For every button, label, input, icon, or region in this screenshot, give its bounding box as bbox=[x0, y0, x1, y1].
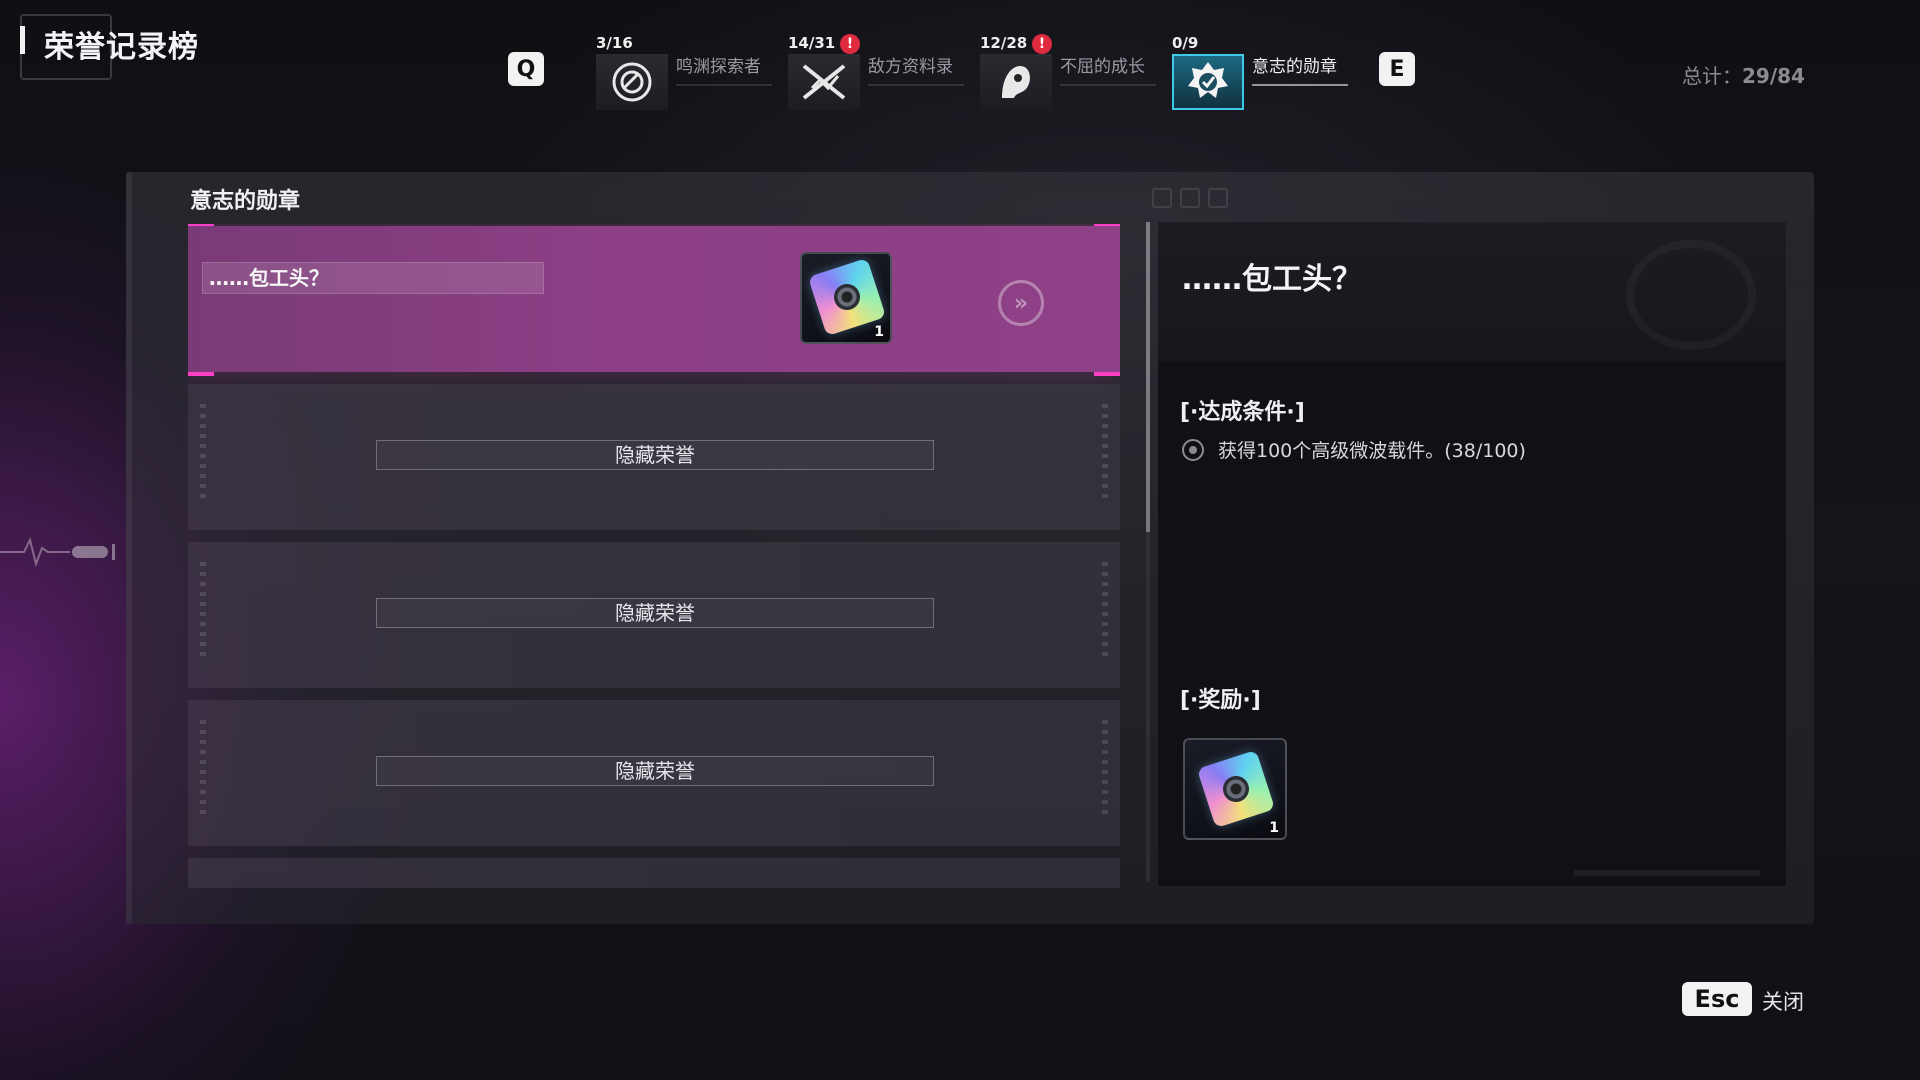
reward-quantity: 1 bbox=[874, 324, 884, 340]
tab-underline bbox=[1060, 84, 1156, 86]
detail-title: ……包工头？ bbox=[1182, 262, 1362, 297]
title-accent-bar bbox=[20, 26, 25, 54]
close-label[interactable]: 关闭 bbox=[1762, 986, 1804, 1016]
tab-label: 鸣渊探索者 bbox=[676, 57, 761, 77]
will-medal-icon bbox=[1172, 54, 1244, 110]
close-key[interactable]: Esc bbox=[1682, 982, 1752, 1016]
selection-corner bbox=[188, 346, 214, 376]
selection-corner bbox=[1094, 346, 1120, 376]
hidden-honor-label: 隐藏荣誉 bbox=[376, 756, 934, 786]
condition-text: 获得100个高级微波载件。(38/100) bbox=[1218, 440, 1526, 462]
achievement-item-selected[interactable]: ……包工头？ 1 » bbox=[188, 224, 1120, 376]
panel-deco-icons bbox=[1152, 188, 1228, 208]
deco-dashes bbox=[1102, 562, 1108, 662]
achievement-item-hidden[interactable]: 隐藏荣誉 bbox=[188, 384, 1120, 530]
deco-dashes bbox=[200, 720, 206, 820]
tab-count: 14/31 bbox=[788, 34, 836, 52]
emblem-watermark-icon bbox=[1626, 240, 1756, 350]
achievement-item-partial[interactable] bbox=[188, 858, 1120, 888]
panel-edge bbox=[126, 172, 132, 924]
next-category-key[interactable]: E bbox=[1379, 52, 1415, 86]
tab-count: 12/28 bbox=[980, 34, 1028, 52]
scrollbar-thumb[interactable] bbox=[1146, 222, 1150, 532]
deco-line bbox=[1574, 870, 1760, 876]
reward-quantity: 1 bbox=[1269, 820, 1279, 836]
tab-label: 不屈的成长 bbox=[1060, 57, 1145, 77]
tab-label: 敌方资料录 bbox=[868, 57, 953, 77]
selection-corner bbox=[188, 224, 214, 252]
deco-dashes bbox=[200, 562, 206, 662]
achievement-name: ……包工头？ bbox=[202, 262, 544, 294]
tab-label: 意志的勋章 bbox=[1252, 57, 1337, 77]
total-progress: 总计：29/84 bbox=[1682, 60, 1805, 89]
microwave-carrier-icon[interactable]: 1 bbox=[1183, 738, 1287, 840]
section-title: 意志的勋章 bbox=[190, 189, 301, 214]
unyielding-growth-icon bbox=[980, 54, 1052, 110]
achievement-item-hidden[interactable]: 隐藏荣誉 bbox=[188, 700, 1120, 846]
selection-corner bbox=[1094, 224, 1120, 252]
deco-dashes bbox=[200, 404, 206, 504]
condition-heading: [·达成条件·] bbox=[1180, 400, 1305, 425]
achievement-item-hidden[interactable]: 隐藏荣誉 bbox=[188, 542, 1120, 688]
enemy-records-icon bbox=[788, 54, 860, 110]
hidden-honor-label: 隐藏荣誉 bbox=[376, 440, 934, 470]
reward-heading: [·奖励·] bbox=[1180, 688, 1261, 713]
abyss-explorer-icon bbox=[596, 54, 668, 110]
total-value: 29/84 bbox=[1742, 64, 1805, 88]
goto-arrow-icon[interactable]: » bbox=[998, 280, 1044, 326]
tab-count: 3/16 bbox=[596, 34, 633, 52]
achievement-list[interactable]: ……包工头？ 1 » 隐藏荣誉 隐藏荣誉 隐藏荣誉 bbox=[188, 224, 1120, 888]
heartbeat-icon bbox=[0, 537, 115, 568]
hidden-honor-label: 隐藏荣誉 bbox=[376, 598, 934, 628]
tab-underline bbox=[676, 84, 772, 86]
prev-category-key[interactable]: Q bbox=[508, 52, 544, 86]
microwave-carrier-icon[interactable]: 1 bbox=[800, 252, 892, 344]
deco-dashes bbox=[1102, 404, 1108, 504]
deco-dashes bbox=[1102, 720, 1108, 820]
tab-underline bbox=[1252, 84, 1348, 86]
tab-count: 0/9 bbox=[1172, 34, 1199, 52]
alert-icon: ! bbox=[1032, 34, 1052, 54]
page-title: 荣誉记录榜 bbox=[44, 30, 199, 65]
condition-row: 获得100个高级微波载件。(38/100) bbox=[1182, 436, 1526, 463]
condition-status-icon bbox=[1182, 438, 1204, 461]
alert-icon: ! bbox=[840, 34, 860, 54]
tab-underline bbox=[868, 84, 964, 86]
total-label: 总计： bbox=[1682, 64, 1742, 88]
